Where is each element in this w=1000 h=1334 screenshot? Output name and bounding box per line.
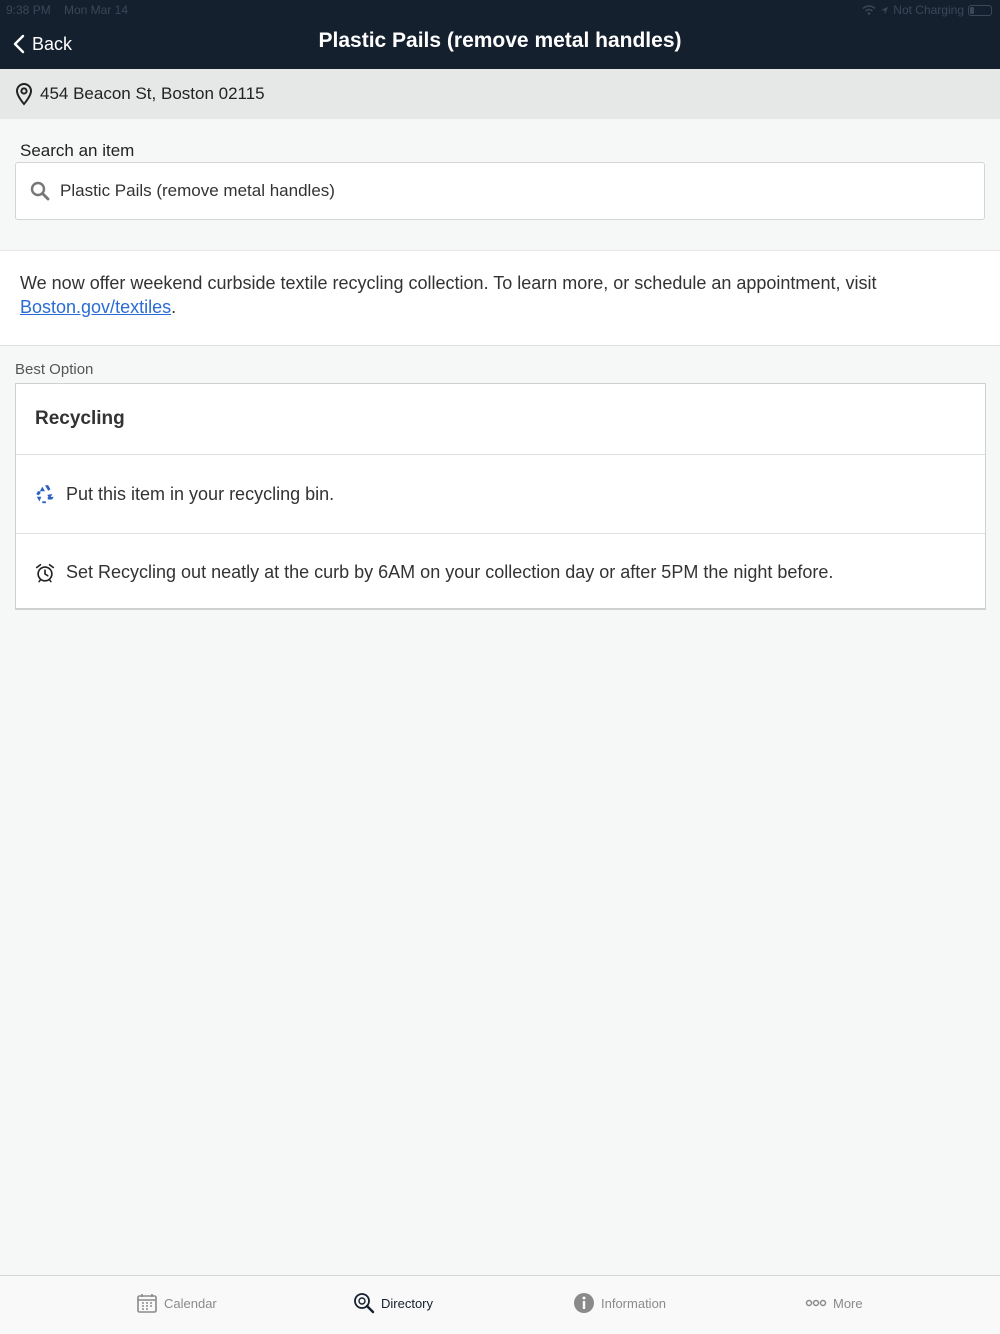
- screen: 9:38 PM Mon Mar 14 Not Charging Back Pla…: [0, 0, 1000, 1334]
- calendar-icon: [137, 1294, 157, 1313]
- list-item: Set Recycling out neatly at the curb by …: [16, 533, 985, 611]
- address-bar[interactable]: 454 Beacon St, Boston 02115: [0, 69, 1000, 119]
- tab-calendar[interactable]: Calendar: [136, 1292, 217, 1314]
- textile-banner: We now offer weekend curbside textile re…: [0, 250, 1000, 346]
- charging-status: Not Charging: [893, 3, 964, 17]
- instruction-text: Put this item in your recycling bin.: [66, 483, 335, 504]
- list-item: Put this item in your recycling bin.: [16, 455, 985, 533]
- card-title: Recycling: [16, 384, 985, 455]
- search-field[interactable]: [15, 162, 985, 220]
- tab-more[interactable]: More: [805, 1292, 863, 1314]
- recycle-icon: [36, 485, 54, 504]
- status-time: 9:38 PM: [6, 3, 51, 17]
- best-option-card: Recycling Put this item in your recyclin…: [15, 383, 986, 610]
- more-dots-icon: [805, 1299, 827, 1307]
- textiles-link[interactable]: Boston.gov/textiles: [20, 297, 171, 317]
- tab-label: More: [833, 1295, 863, 1311]
- tab-label: Information: [601, 1295, 667, 1311]
- alarm-clock-icon: [35, 563, 55, 582]
- banner-text: We now offer weekend curbside textile re…: [20, 273, 877, 293]
- best-option-label: Best Option: [15, 361, 94, 378]
- search-section: Search an item: [0, 119, 1000, 249]
- address-text: 454 Beacon St, Boston 02115: [40, 84, 265, 103]
- battery-icon: [968, 4, 992, 16]
- directory-search-icon: [354, 1293, 375, 1314]
- location-pin-icon: [15, 83, 33, 106]
- status-date: Mon Mar 14: [64, 3, 129, 17]
- status-right: Not Charging: [862, 3, 992, 17]
- search-input[interactable]: [60, 181, 920, 201]
- navigation-bar: 9:38 PM Mon Mar 14 Not Charging Back Pla…: [0, 0, 1000, 69]
- status-bar: 9:38 PM Mon Mar 14 Not Charging: [0, 0, 1000, 20]
- tab-label: Directory: [381, 1295, 434, 1311]
- tab-directory[interactable]: Directory: [353, 1292, 433, 1314]
- search-icon: [30, 181, 50, 201]
- tab-bar: Calendar Directory Information More: [0, 1275, 1000, 1334]
- wifi-icon: [862, 5, 876, 15]
- page-title: Plastic Pails (remove metal handles): [318, 29, 682, 52]
- info-icon: [574, 1293, 594, 1313]
- tab-information[interactable]: Information: [573, 1292, 666, 1314]
- tab-label: Calendar: [164, 1295, 217, 1311]
- search-label: Search an item: [20, 141, 135, 160]
- banner-suffix: .: [171, 297, 177, 317]
- location-arrow-icon: [881, 6, 889, 14]
- instruction-text: Set Recycling out neatly at the curb by …: [66, 562, 834, 582]
